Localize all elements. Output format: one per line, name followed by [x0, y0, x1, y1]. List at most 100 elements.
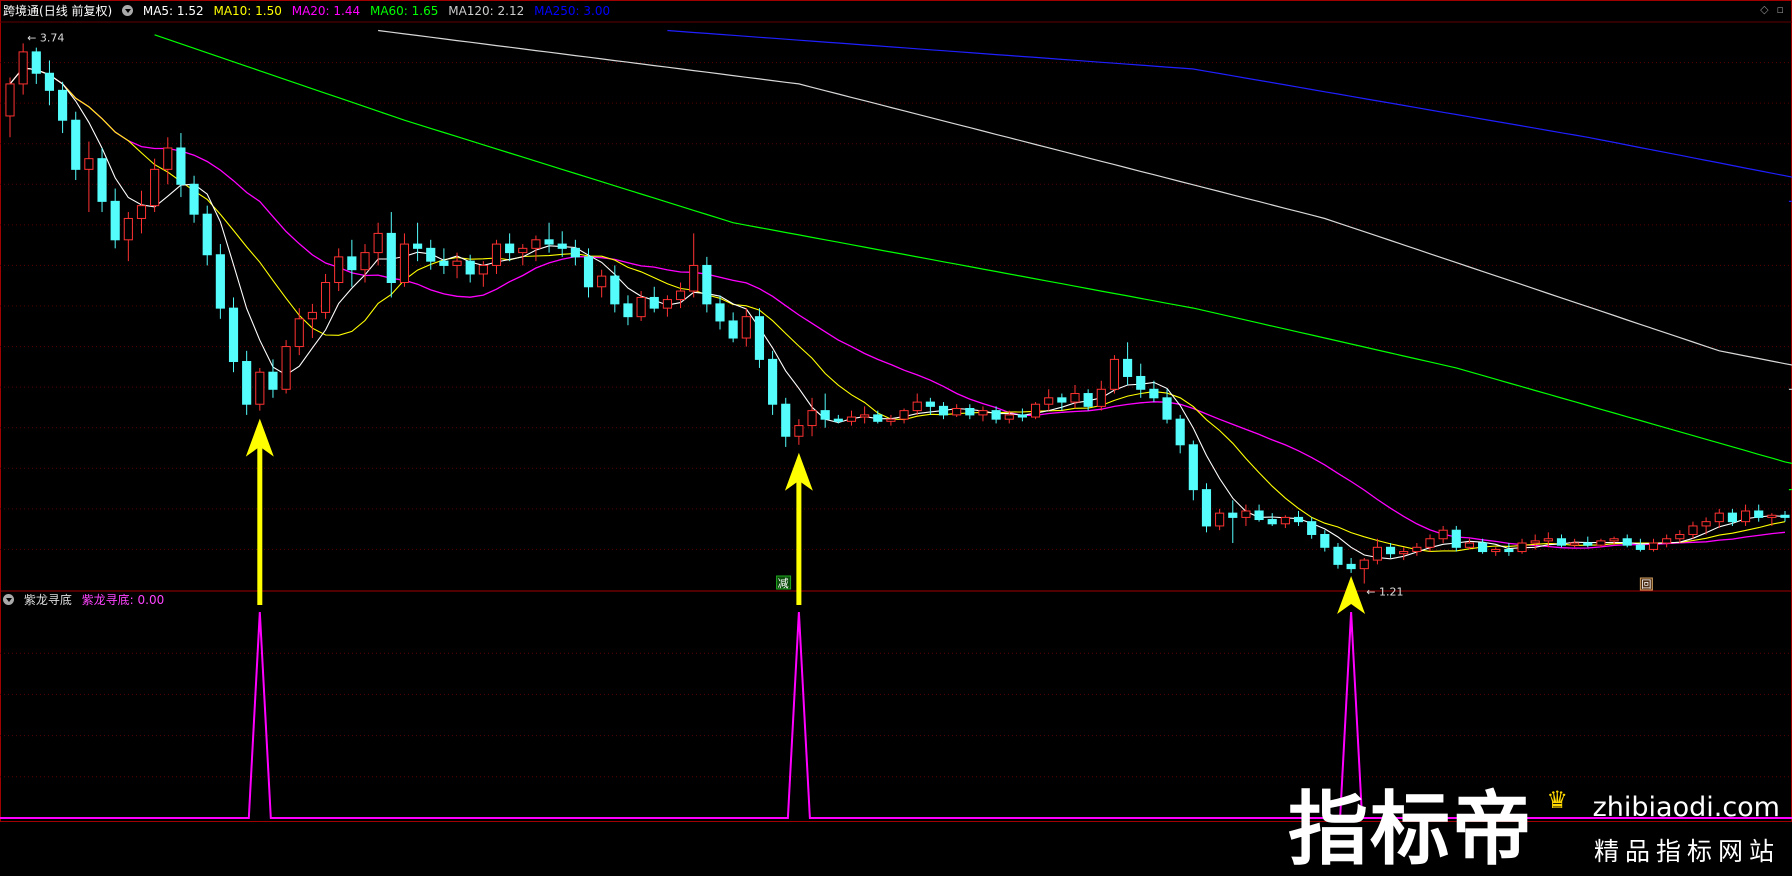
candle-body: [662, 299, 672, 309]
candle-body: [781, 403, 791, 437]
diamond-icon[interactable]: ◇: [1760, 3, 1768, 16]
candle: [294, 308, 304, 356]
candle-body: [1662, 538, 1672, 544]
candle-body: [478, 264, 488, 275]
candle: [399, 233, 410, 287]
candle: [649, 286, 659, 313]
candle-body: [1596, 540, 1606, 546]
candle: [347, 239, 357, 287]
candle-body: [1609, 538, 1619, 542]
candle: [307, 303, 317, 339]
candle-body: [242, 361, 252, 405]
candle: [84, 141, 94, 213]
candle-body: [991, 410, 1001, 420]
candle: [44, 60, 55, 106]
candle-body: [1451, 529, 1461, 548]
close-square-icon[interactable]: ▫: [1777, 3, 1784, 16]
candle: [478, 261, 488, 287]
candle-body: [452, 260, 462, 266]
candle-body: [1478, 542, 1488, 553]
candle: [228, 297, 239, 373]
candle: [557, 231, 567, 257]
collapse-icon[interactable]: [122, 5, 134, 16]
candle: [662, 295, 672, 317]
candle-body: [1241, 510, 1251, 518]
candle: [952, 404, 962, 418]
indicator-value: 紫龙寻底: 0.00: [81, 593, 165, 607]
candle-body: [1044, 397, 1054, 405]
candle: [189, 175, 199, 223]
candle: [912, 393, 922, 415]
candle: [1740, 504, 1751, 526]
candle-body: [899, 410, 909, 420]
candle-body: [1556, 538, 1567, 546]
candle-body: [281, 346, 291, 390]
candle: [873, 410, 883, 424]
candle: [715, 295, 725, 330]
candle-body: [1412, 546, 1422, 553]
period-label: (日线 前复权): [39, 4, 113, 18]
candle-body: [1464, 542, 1475, 548]
candle: [5, 77, 15, 138]
buy-arrow-head: [1337, 576, 1366, 614]
kline-chart: ← 3.74 ← 1.21 减 回: [0, 0, 1792, 822]
buy-arrow: [245, 418, 274, 605]
candle-body: [1267, 519, 1277, 525]
candle: [268, 359, 278, 398]
candle: [1412, 543, 1422, 556]
candle: [202, 205, 212, 266]
candle-body: [925, 401, 935, 407]
candle-body: [794, 425, 804, 437]
candle-body: [689, 264, 699, 292]
candle-body: [44, 72, 55, 91]
candle-body: [1030, 403, 1041, 418]
candle: [491, 239, 502, 274]
candle: [1491, 547, 1501, 556]
candle: [938, 402, 949, 420]
candle-body: [1517, 542, 1527, 553]
candle-body: [1425, 538, 1435, 548]
candle-body: [636, 296, 646, 318]
candle-body: [952, 407, 962, 416]
indicator-collapse-icon[interactable]: [3, 594, 14, 605]
candle-body: [360, 252, 370, 271]
candle: [123, 212, 133, 262]
candle-body: [334, 256, 344, 284]
candle: [1648, 538, 1659, 552]
candle: [675, 282, 686, 309]
candle: [413, 222, 423, 262]
candle-body: [570, 247, 580, 258]
candle-body: [807, 410, 817, 427]
candle: [597, 269, 607, 298]
candle: [544, 222, 554, 253]
watermark-sub: 精品指标网站: [1593, 837, 1780, 866]
candle-body: [1280, 516, 1290, 525]
candle-body: [386, 232, 396, 284]
candle: [1570, 538, 1580, 548]
candle-body: [294, 318, 304, 348]
ma-label-5: MA5: 1.52: [142, 4, 204, 18]
candle: [1215, 508, 1225, 531]
candle: [1780, 510, 1790, 522]
candle: [1293, 510, 1304, 526]
candle-body: [1399, 551, 1409, 555]
ma5-line: [9, 67, 1786, 560]
candle-body: [938, 405, 949, 416]
candle-body: [741, 316, 751, 339]
candle: [1714, 508, 1724, 529]
candle: [754, 308, 765, 368]
candle-body: [1622, 538, 1632, 546]
return-marker-text: 回: [1641, 579, 1651, 591]
candle-body: [1320, 533, 1330, 548]
candle-body: [518, 247, 528, 254]
candle-body: [426, 247, 436, 262]
candle: [899, 408, 909, 424]
candle-body: [84, 158, 94, 170]
candle: [1123, 342, 1133, 386]
ma-label-120: MA120: 2.12: [448, 4, 525, 18]
candle: [1346, 557, 1356, 573]
candle-body: [71, 119, 81, 170]
candle-body: [754, 316, 765, 360]
candle: [689, 233, 699, 298]
candle: [1320, 530, 1330, 552]
